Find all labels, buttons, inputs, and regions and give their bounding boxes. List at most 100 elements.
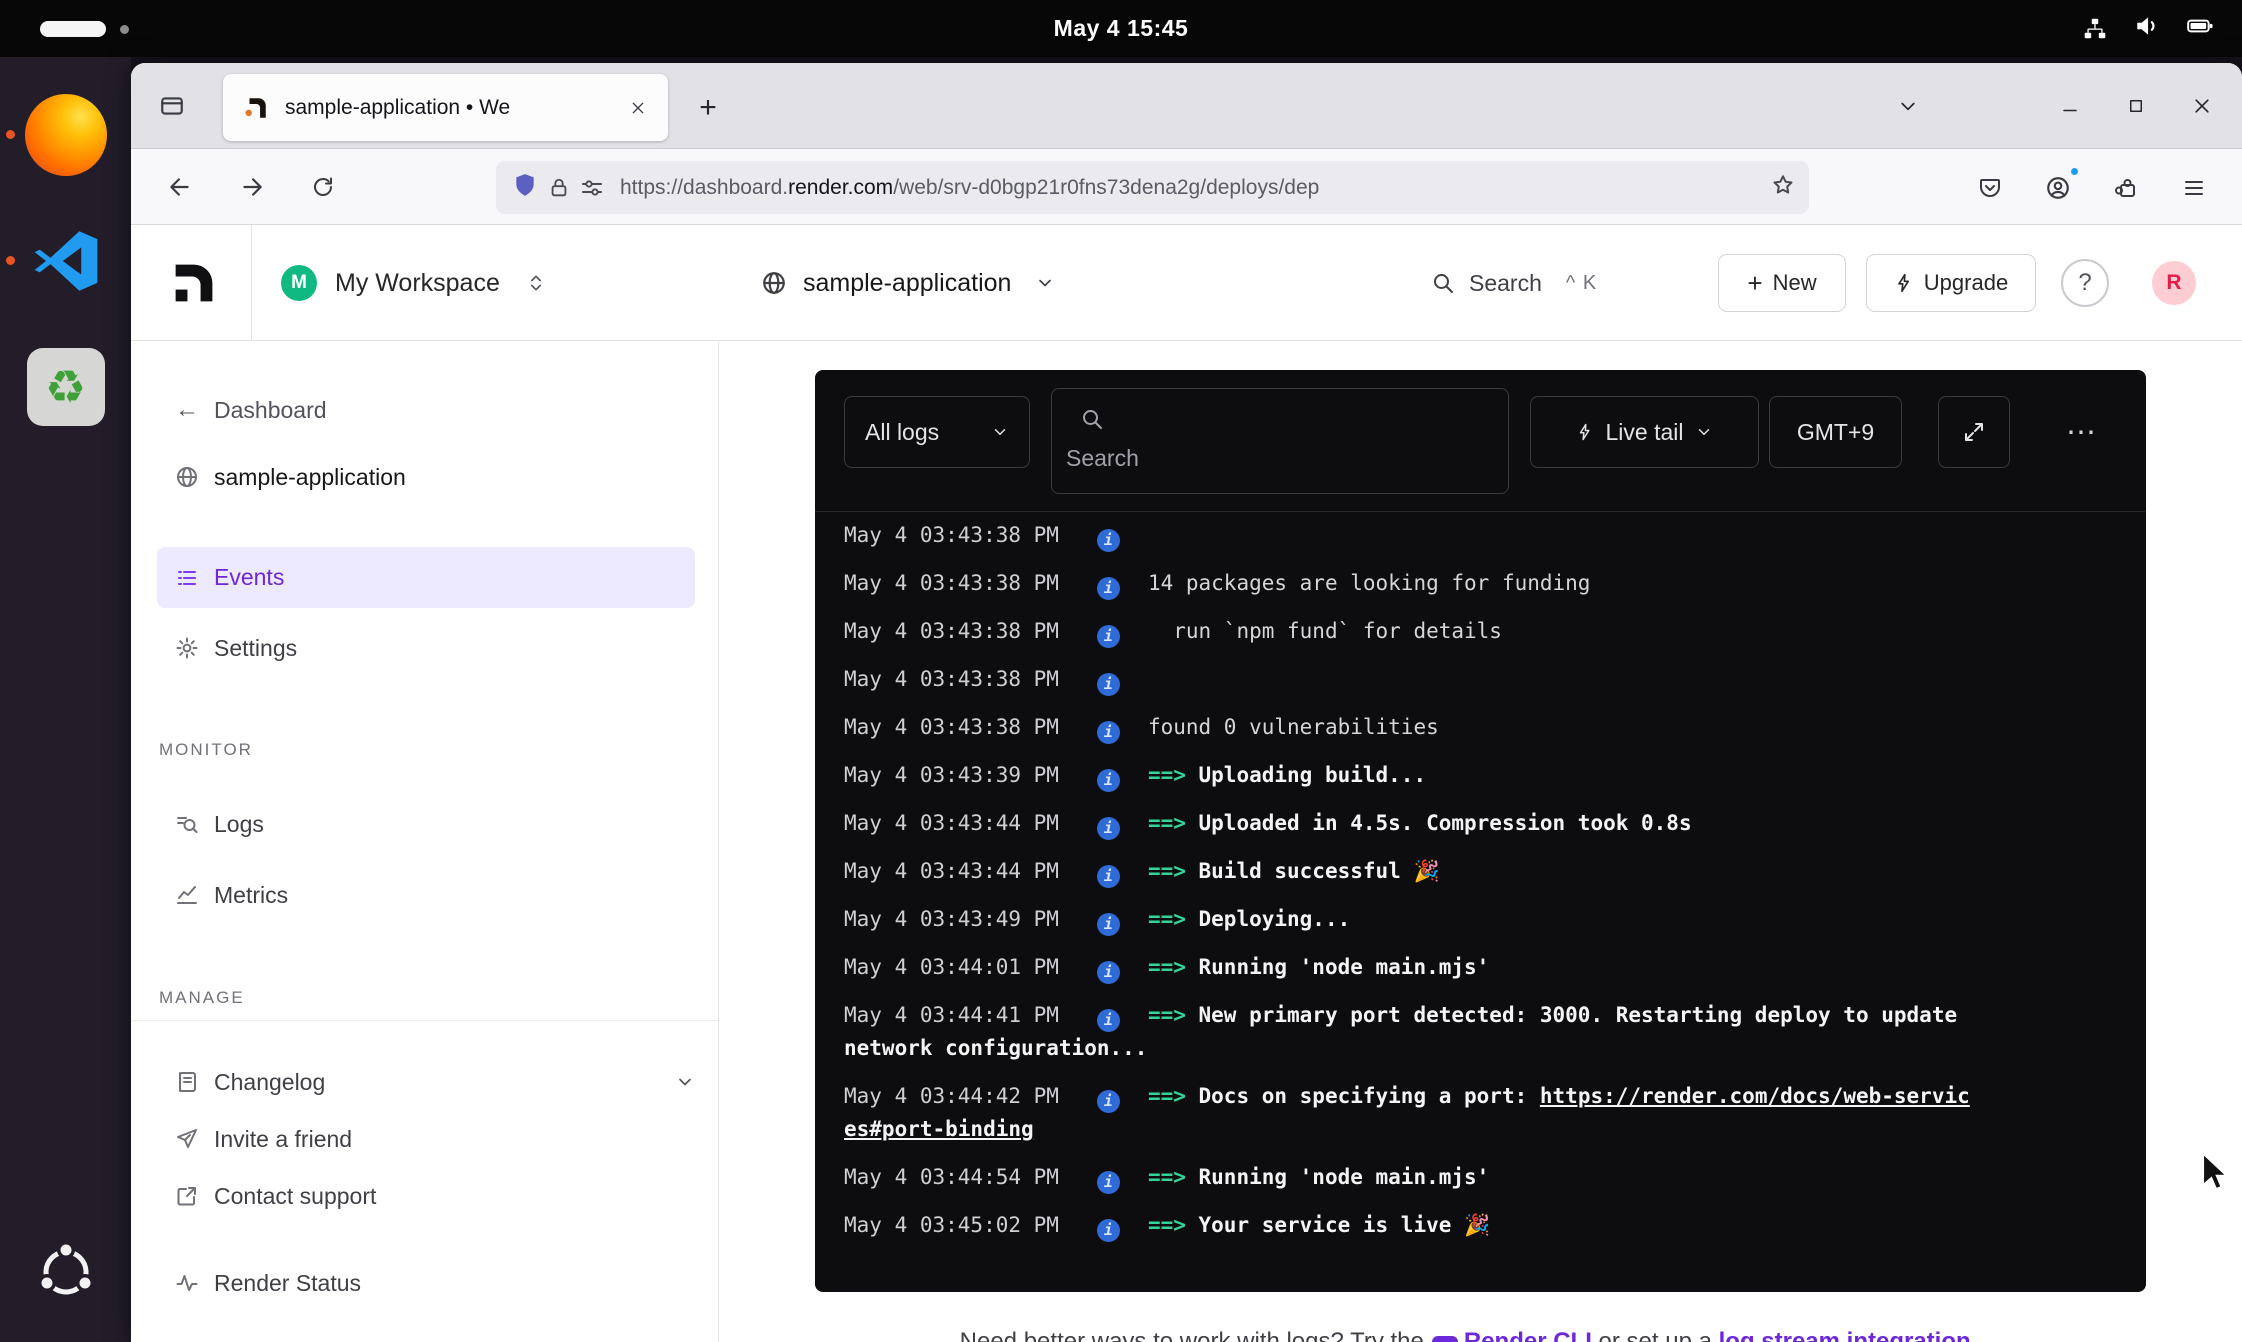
- browser-tab[interactable]: sample-application • We: [223, 74, 668, 141]
- firefox-dock-icon[interactable]: [22, 91, 110, 179]
- sidebar-item-invite-a-friend[interactable]: Invite a friend: [157, 1117, 695, 1161]
- window-minimize-button[interactable]: [2044, 80, 2096, 132]
- workspace-selector[interactable]: M My Workspace: [281, 225, 546, 341]
- back-button[interactable]: [154, 161, 206, 213]
- search-logs-icon: [175, 812, 199, 836]
- render-dashboard-page: M My Workspace sample-application: [131, 225, 2242, 1342]
- system-clock[interactable]: May 4 15:45: [0, 15, 2242, 42]
- log-message: ==> Build successful 🎉: [1148, 859, 1440, 883]
- log-entry: May 4 03:44:54 PMi==> Running 'node main…: [844, 1154, 1976, 1202]
- log-text: Build successful 🎉: [1199, 859, 1440, 883]
- new-button[interactable]: + New: [1718, 254, 1846, 312]
- sidebar-item-render-status[interactable]: Render Status: [157, 1261, 695, 1305]
- help-button[interactable]: ?: [2061, 259, 2109, 307]
- log-text: Running 'node main.mjs': [1199, 1165, 1490, 1189]
- global-search[interactable]: Search ^ K: [1431, 225, 1597, 341]
- permissions-sliders-icon[interactable]: [580, 176, 604, 200]
- reload-button[interactable]: [297, 161, 349, 213]
- log-message: run `npm fund` for details: [1148, 619, 1502, 643]
- system-top-bar: May 4 15:45: [0, 0, 2242, 57]
- sidebar-service-name[interactable]: sample-application: [157, 455, 695, 499]
- log-entry: May 4 03:44:41 PMi==> New primary port d…: [844, 992, 1976, 1073]
- log-arrow-prefix: ==>: [1148, 763, 1199, 787]
- timezone-button[interactable]: GMT+9: [1769, 396, 1902, 468]
- sidebar-item-contact-support[interactable]: Contact support: [157, 1174, 695, 1218]
- tracking-protection-shield-icon[interactable]: [512, 172, 538, 203]
- arrow-left-icon: ←: [175, 396, 199, 424]
- forward-button[interactable]: [226, 161, 278, 213]
- log-message: ==> Running 'node main.mjs': [1148, 1165, 1489, 1189]
- log-timestamp: May 4 03:45:02 PM: [844, 1213, 1059, 1237]
- info-icon: i: [1097, 1009, 1120, 1032]
- sidebar-item-logs[interactable]: Logs: [157, 802, 695, 846]
- window-close-button[interactable]: [2176, 80, 2228, 132]
- info-icon: i: [1097, 817, 1120, 840]
- info-icon: i: [1097, 865, 1120, 888]
- workspace-avatar: M: [281, 265, 317, 301]
- workspace-name: My Workspace: [335, 269, 500, 298]
- url-bar[interactable]: https://dashboard.render.com/web/srv-d0b…: [496, 161, 1809, 214]
- log-message: 14 packages are looking for funding: [1148, 571, 1591, 595]
- render-logo[interactable]: [173, 262, 215, 309]
- log-search-input[interactable]: Search: [1051, 388, 1509, 494]
- volume-icon[interactable]: [2134, 13, 2160, 44]
- vscode-logo: [28, 223, 104, 299]
- log-entry: May 4 03:43:49 PMi==> Deploying...: [844, 896, 1976, 944]
- expand-fullscreen-button[interactable]: [1938, 396, 2010, 468]
- more-options-button[interactable]: ⋯: [2045, 396, 2117, 468]
- network-tree-icon[interactable]: [2082, 16, 2108, 42]
- log-message: found 0 vulnerabilities: [1148, 715, 1439, 739]
- log-timestamp: May 4 03:43:38 PM: [844, 667, 1059, 691]
- info-icon: i: [1097, 1090, 1120, 1113]
- bolt-icon: [1576, 422, 1594, 442]
- search-placeholder: Search: [1066, 445, 1139, 472]
- software-center-dock-icon[interactable]: ♻: [22, 343, 110, 431]
- log-message: ==> Running 'node main.mjs': [1148, 955, 1489, 979]
- tab-close-button[interactable]: [622, 92, 654, 124]
- chevron-down-icon: [675, 1072, 695, 1092]
- window-maximize-button[interactable]: [2110, 80, 2162, 132]
- chart-line-icon: [175, 883, 199, 907]
- new-tab-button[interactable]: +: [687, 87, 729, 129]
- log-stream-integration-link[interactable]: log stream integration →: [1719, 1328, 2002, 1342]
- sidebar-heading-manage: MANAGE: [159, 988, 245, 1008]
- vscode-dock-icon[interactable]: [22, 217, 110, 305]
- log-timestamp: May 4 03:43:39 PM: [844, 763, 1059, 787]
- log-arrow-prefix: ==>: [1148, 1165, 1199, 1189]
- firefox-logo: [25, 94, 107, 176]
- account-button[interactable]: [2032, 162, 2084, 214]
- extensions-puzzle-button[interactable]: [2100, 162, 2152, 214]
- bookmark-star-button[interactable]: [1771, 173, 1795, 197]
- live-tail-dropdown[interactable]: Live tail: [1530, 396, 1759, 468]
- pocket-button[interactable]: [1964, 162, 2016, 214]
- sidebar-item-events[interactable]: Events: [157, 547, 695, 608]
- log-text: Uploading build...: [1199, 763, 1427, 787]
- firefox-view-button[interactable]: [147, 81, 197, 131]
- show-apps-ubuntu-logo[interactable]: [22, 1226, 110, 1314]
- sidebar-item-changelog[interactable]: Changelog: [157, 1060, 695, 1104]
- sidebar-back-dashboard[interactable]: ← Dashboard: [157, 388, 695, 432]
- lock-icon[interactable]: [548, 177, 570, 199]
- log-filter-dropdown[interactable]: All logs: [844, 396, 1030, 468]
- log-arrow-prefix: ==>: [1148, 811, 1199, 835]
- battery-icon[interactable]: [2186, 13, 2214, 44]
- log-timestamp: May 4 03:44:01 PM: [844, 955, 1059, 979]
- log-timestamp: May 4 03:43:38 PM: [844, 523, 1059, 547]
- render-favicon: [243, 95, 269, 121]
- sidebar-item-metrics[interactable]: Metrics: [157, 873, 695, 917]
- tab-overflow-chevron[interactable]: [1882, 80, 1934, 132]
- log-entry: May 4 03:43:38 PMifound 0 vulnerabilitie…: [844, 704, 1976, 752]
- log-entry: May 4 03:43:44 PMi==> Uploaded in 4.5s. …: [844, 800, 1976, 848]
- log-entry: May 4 03:43:39 PMi==> Uploading build...: [844, 752, 1976, 800]
- user-avatar[interactable]: R: [2152, 261, 2196, 305]
- sidebar-item-settings[interactable]: Settings: [157, 626, 695, 670]
- menu-hamburger-button[interactable]: [2168, 162, 2220, 214]
- log-message: ==> Uploaded in 4.5s. Compression took 0…: [1148, 811, 1692, 835]
- pulse-icon: [175, 1271, 199, 1295]
- log-arrow-prefix: ==>: [1148, 907, 1199, 931]
- main-content: All logs Search: [719, 341, 2242, 1342]
- service-selector[interactable]: sample-application: [761, 225, 1055, 341]
- upgrade-button[interactable]: Upgrade: [1866, 254, 2036, 312]
- render-cli-link[interactable]: Render CLI: [1464, 1328, 1592, 1342]
- log-timestamp: May 4 03:43:49 PM: [844, 907, 1059, 931]
